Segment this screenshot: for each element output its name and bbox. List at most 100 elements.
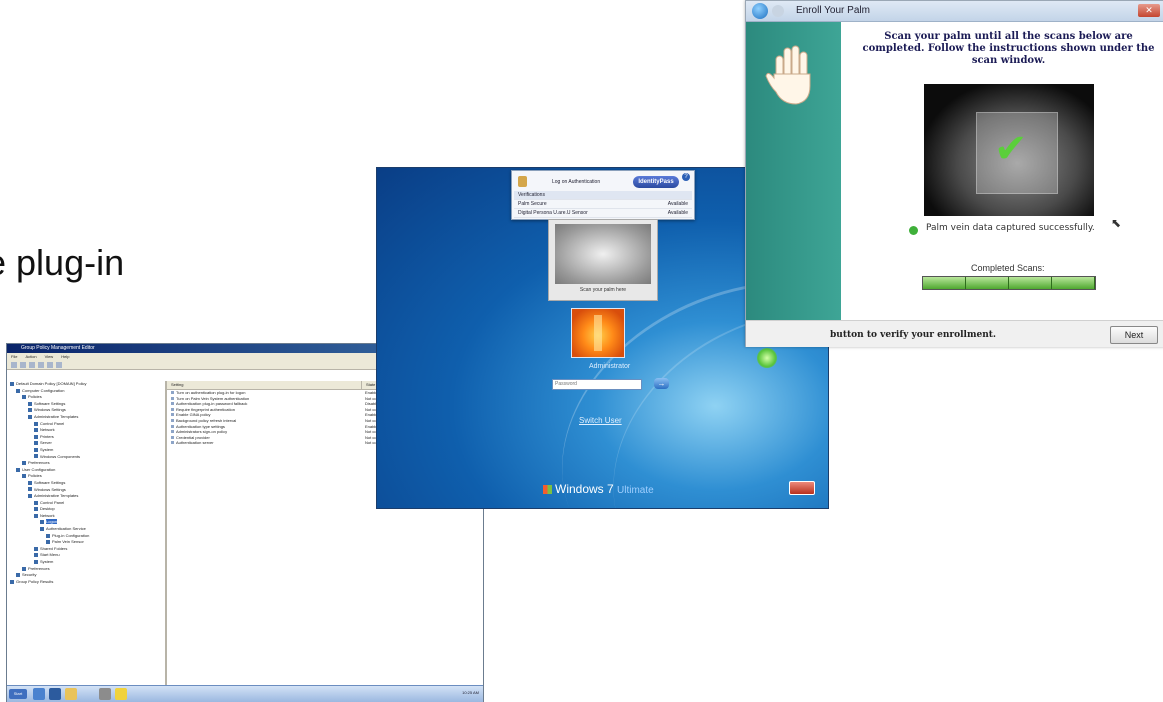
- up-icon[interactable]: [29, 362, 35, 368]
- slide-caption: e plug-in: [0, 242, 125, 283]
- windows-brand: Windows 7 Ultimate: [543, 482, 654, 496]
- tree-node-label: Control Panel: [40, 420, 65, 426]
- pointer-cursor-icon: ⬉: [1111, 216, 1122, 230]
- policy-setting-icon: [171, 396, 174, 400]
- setting-name: Turn on authentication plug-in for logon: [176, 390, 246, 395]
- tree-node[interactable]: Desktop: [7, 506, 165, 513]
- folder-icon: [16, 573, 20, 578]
- folder-icon: [40, 520, 44, 525]
- back-icon[interactable]: [11, 362, 17, 368]
- policy-setting-icon: [171, 418, 174, 422]
- policy-setting-icon: [171, 430, 174, 434]
- folder-icon: [10, 381, 14, 386]
- palm-scan-image: ✔: [924, 84, 1094, 216]
- tree-node[interactable]: Server: [7, 440, 165, 447]
- tree-node[interactable]: Windows Settings: [7, 407, 165, 414]
- gpmc-taskbar-icon[interactable]: [99, 688, 111, 700]
- windows-flag-icon: [543, 485, 552, 495]
- folder-icon: [34, 546, 38, 551]
- tree-node[interactable]: Administrative Templates: [7, 493, 165, 500]
- column-setting[interactable]: Setting: [167, 381, 362, 389]
- folder-icon: [28, 401, 32, 406]
- auth-method-row[interactable]: Palm Secure Available: [514, 200, 692, 209]
- tree-node[interactable]: Start Menu: [7, 552, 165, 559]
- folder-icon: [22, 395, 26, 400]
- start-button[interactable]: Start: [9, 689, 27, 699]
- switch-user-button[interactable]: Switch User: [579, 416, 622, 425]
- folder-icon: [28, 494, 32, 499]
- folder-icon: [46, 540, 50, 545]
- column-state[interactable]: State: [362, 381, 375, 389]
- tree-node[interactable]: User Configuration: [7, 467, 165, 474]
- tree-node-label: Windows Settings: [34, 486, 66, 492]
- brand-edition: Ultimate: [617, 485, 654, 496]
- tree-node[interactable]: Administrative Templates: [7, 414, 165, 421]
- folder-icon: [34, 513, 38, 518]
- tree-node[interactable]: Network: [7, 427, 165, 434]
- user-avatar[interactable]: [571, 308, 625, 358]
- tree-node[interactable]: Default Domain Policy [DOMAIN] Policy: [7, 381, 165, 388]
- progress-segment: [966, 277, 1009, 289]
- tree-node[interactable]: Network: [7, 513, 165, 520]
- palm-window-title: Enroll Your Palm: [796, 5, 870, 16]
- auth-method-row[interactable]: Digital Persona U.are.U Sensor Available: [514, 209, 692, 218]
- folder-icon: [34, 434, 38, 439]
- tree-node[interactable]: Preferences: [7, 566, 165, 573]
- tree-node-label: Computer Configuration: [22, 387, 65, 393]
- sensor-caption: Scan your palm here: [579, 287, 627, 293]
- tree-node[interactable]: Software Settings: [7, 480, 165, 487]
- tree-node[interactable]: Printers: [7, 434, 165, 441]
- tree-node-label: Software Settings: [34, 479, 66, 485]
- tree-node[interactable]: Logon: [7, 519, 165, 526]
- close-button[interactable]: ✕: [1138, 4, 1160, 17]
- properties-icon[interactable]: [47, 362, 53, 368]
- forward-icon[interactable]: [20, 362, 26, 368]
- menu-view[interactable]: View: [45, 353, 54, 360]
- menu-help[interactable]: Help: [61, 353, 69, 360]
- tree-node-label: Palm Vein Sensor: [52, 539, 84, 545]
- show-tree-icon[interactable]: [38, 362, 44, 368]
- forward-arrow-icon[interactable]: [772, 5, 784, 17]
- folder-icon: [34, 507, 38, 512]
- tree-node[interactable]: Windows Settings: [7, 487, 165, 494]
- tree-node[interactable]: Policies: [7, 473, 165, 480]
- tree-node[interactable]: Control Panel: [7, 500, 165, 507]
- tree-node[interactable]: System: [7, 559, 165, 566]
- tree-node[interactable]: Software Settings: [7, 401, 165, 408]
- tree-node[interactable]: System: [7, 447, 165, 454]
- tree-node[interactable]: Security: [7, 572, 165, 579]
- menu-action[interactable]: Action: [25, 353, 36, 360]
- back-arrow-icon[interactable]: [752, 3, 768, 19]
- folder-icon: [16, 388, 20, 393]
- tree-node[interactable]: Preferences: [7, 460, 165, 467]
- tree-node[interactable]: Shared Folders: [7, 546, 165, 553]
- folder-icon: [28, 408, 32, 413]
- server-manager-icon[interactable]: [33, 688, 45, 700]
- tree-node[interactable]: Group Policy Results: [7, 579, 165, 586]
- tree-node[interactable]: Policies: [7, 394, 165, 401]
- check-icon: ✔: [994, 127, 1028, 171]
- menu-file[interactable]: File: [11, 353, 17, 360]
- scan-instructions: Scan your palm until all the scans below…: [862, 31, 1155, 66]
- explorer-icon[interactable]: [65, 688, 77, 700]
- tree-node[interactable]: Control Panel: [7, 421, 165, 428]
- folder-icon[interactable]: [115, 688, 127, 700]
- palm-sensor-panel: Scan your palm here: [548, 219, 658, 301]
- auth-method-status: Available: [667, 201, 688, 207]
- tree-node[interactable]: Computer Configuration: [7, 388, 165, 395]
- help-icon[interactable]: [56, 362, 62, 368]
- submit-arrow-button[interactable]: →: [654, 378, 669, 389]
- help-icon[interactable]: ?: [682, 173, 690, 181]
- tree-node-label: Shared Folders: [40, 545, 68, 551]
- tree-node[interactable]: Authentication Service: [7, 526, 165, 533]
- tree-node[interactable]: Palm Vein Sensor: [7, 539, 165, 546]
- next-button[interactable]: Next: [1110, 326, 1158, 344]
- setting-name: Background policy refresh interval: [176, 417, 237, 423]
- tree-node[interactable]: Windows Components: [7, 454, 165, 461]
- password-input[interactable]: Password: [552, 379, 642, 390]
- powershell-icon[interactable]: [49, 688, 61, 700]
- tree-node-label: Server: [40, 440, 52, 446]
- tree-node[interactable]: Plug-in Configuration: [7, 533, 165, 540]
- shutdown-button[interactable]: [789, 481, 815, 495]
- tree-node-label: Windows Components: [40, 453, 81, 459]
